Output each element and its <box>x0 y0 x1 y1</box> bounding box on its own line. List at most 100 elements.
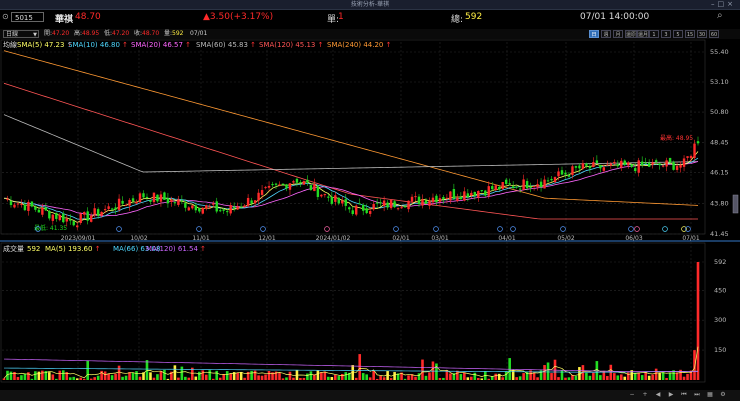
volume-bar <box>379 375 382 380</box>
volume-bar <box>236 372 239 380</box>
volume-bar <box>344 372 348 380</box>
price-axis-label: 53.10 <box>710 78 729 86</box>
volume-legend-label: 成交量 <box>3 245 24 253</box>
candle-body <box>327 196 330 198</box>
candle-body <box>274 183 278 185</box>
candle-body <box>302 181 306 185</box>
volume-bar <box>316 370 320 380</box>
volume-bar <box>323 371 327 380</box>
candle-body <box>295 178 299 183</box>
candle-body <box>285 184 288 189</box>
calendar-icon[interactable]: ▦ <box>706 391 714 399</box>
candle-body <box>372 204 375 210</box>
candle-body <box>358 203 361 205</box>
candle-body <box>637 160 640 173</box>
volume-bar <box>121 376 124 380</box>
volume-bar <box>522 373 525 380</box>
volume-bar <box>445 370 449 380</box>
zoom-out-icon[interactable]: − <box>628 391 636 399</box>
last-icon[interactable]: ⏭ <box>693 391 701 399</box>
candle-body <box>368 211 372 214</box>
candle-body <box>470 192 473 196</box>
candle-body <box>135 201 138 204</box>
volume-bar <box>574 375 578 380</box>
candle-body <box>208 206 211 208</box>
volume-legend-text: 592 <box>27 245 41 253</box>
date-axis-label: 11/01 <box>192 235 209 242</box>
volume-bar <box>619 374 623 380</box>
volume-bar <box>149 372 152 380</box>
volume-bar <box>557 377 560 380</box>
event-marker-icon <box>628 226 634 232</box>
candle-body <box>6 198 9 200</box>
volume-bar <box>431 361 435 380</box>
volume-bar <box>82 378 86 380</box>
candle-body <box>602 167 606 171</box>
volume-bar <box>320 372 323 380</box>
volume-bar <box>647 375 651 380</box>
candle-body <box>365 208 368 214</box>
candle-body <box>546 180 550 182</box>
candle-body <box>65 218 68 222</box>
volume-bar <box>616 375 620 380</box>
volume-bar <box>421 359 424 380</box>
candle-body <box>557 171 560 177</box>
candle-body <box>585 163 588 166</box>
volume-ma120-line <box>3 358 699 372</box>
candle-body <box>623 160 626 165</box>
volume-bar <box>61 370 65 380</box>
candle-body <box>27 201 30 211</box>
candle-body <box>13 204 16 208</box>
volume-bar <box>550 373 553 380</box>
candle-body <box>309 185 313 190</box>
candle-body <box>480 190 483 192</box>
volume-bar <box>494 373 498 380</box>
candle-body <box>246 197 250 206</box>
candle-body <box>20 203 23 205</box>
date-axis-label: 03/01 <box>431 235 448 242</box>
candle-body <box>44 207 48 211</box>
settings-icon[interactable]: ⚙ <box>719 391 727 399</box>
candle-body <box>592 162 595 168</box>
candle-body <box>672 161 675 170</box>
candle-body <box>379 202 382 204</box>
volume-bar <box>225 371 229 380</box>
candle-body <box>114 207 117 210</box>
volume-bar <box>204 374 208 380</box>
zoom-in-icon[interactable]: + <box>641 391 649 399</box>
candle-body <box>693 143 696 158</box>
date-axis-label: 10/02 <box>130 235 147 242</box>
candle-body <box>198 207 201 212</box>
event-marker-icon <box>510 226 516 232</box>
candle-body <box>606 164 609 166</box>
volume-bar <box>449 373 452 380</box>
first-icon[interactable]: ⏮ <box>680 391 688 399</box>
candle-body <box>103 209 107 211</box>
candle-body <box>194 205 198 211</box>
candle-body <box>393 201 396 208</box>
volume-bar <box>361 373 365 380</box>
candle-body <box>131 198 135 202</box>
ma-legend-item: SMA(240) 44.20 ↑ <box>327 41 391 50</box>
candle-body <box>72 221 75 226</box>
candle-body <box>124 204 128 206</box>
candle-body <box>651 162 654 165</box>
volume-bar <box>407 375 410 380</box>
event-marker-icon <box>433 226 439 232</box>
volume-bar <box>34 371 37 380</box>
volume-bar <box>194 376 198 380</box>
up-arrow-icon: ↑ <box>92 245 101 253</box>
volume-axis-label: 150 <box>714 346 726 354</box>
left-icon[interactable]: ◀ <box>654 391 662 399</box>
candle-body <box>581 163 585 169</box>
right-icon[interactable]: ▶ <box>667 391 675 399</box>
candle-body <box>508 183 511 185</box>
candle-body <box>292 181 295 183</box>
volume-bar <box>567 377 571 380</box>
stock-chart[interactable]: 55.40 53.10 50.80 48.45 46.15 43.80 41.45 592 45… <box>0 0 740 390</box>
volume-bar <box>55 378 58 380</box>
candle-body <box>355 205 358 215</box>
volume-axis-label: 450 <box>714 286 726 294</box>
candle-body <box>320 194 323 197</box>
candle-body <box>518 188 522 190</box>
